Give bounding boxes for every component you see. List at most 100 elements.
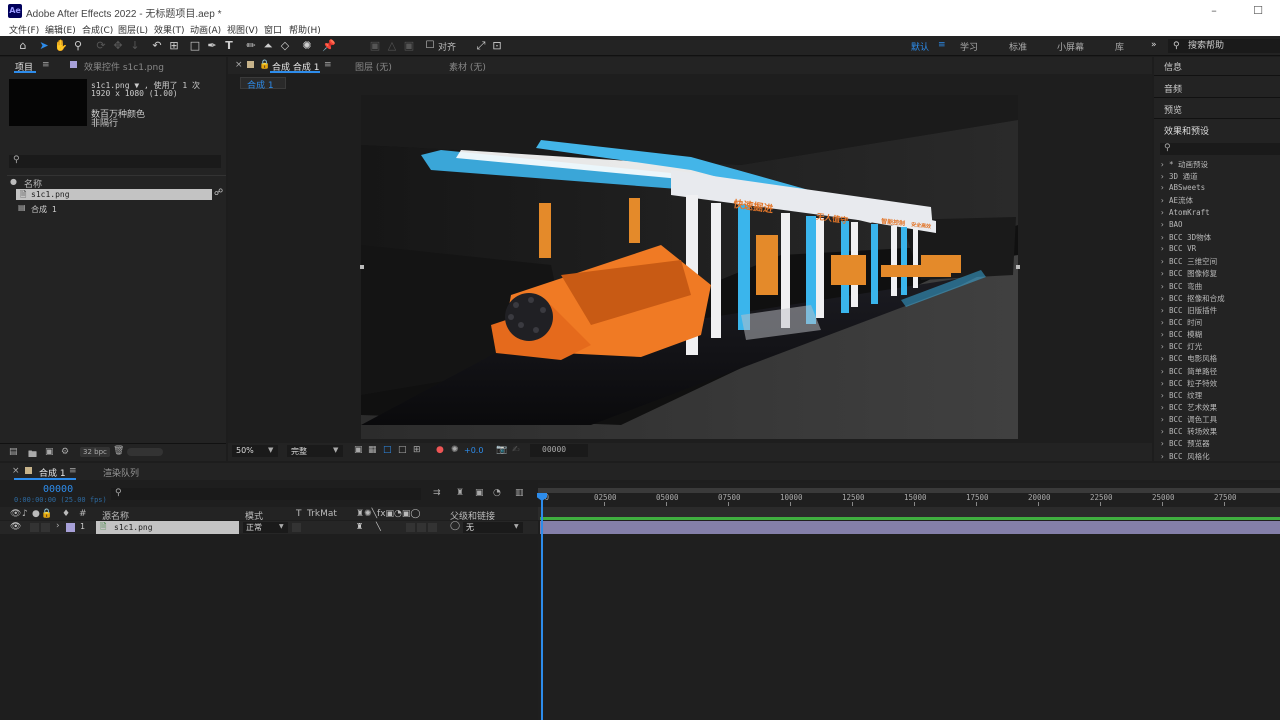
world-axis-icon[interactable]: △ xyxy=(385,39,399,53)
magnification-select[interactable]: 50% ▼ xyxy=(232,445,278,457)
switch-toggle[interactable] xyxy=(417,523,426,532)
effects-category-item[interactable]: › BCC 灯光 xyxy=(1160,341,1202,352)
effects-category-item[interactable]: › BCC 粒子特效 xyxy=(1160,378,1217,389)
workspace-standard[interactable]: 标准 xyxy=(1009,40,1027,53)
menu-view[interactable]: 视图(V) xyxy=(227,23,258,36)
view-axis-icon[interactable]: ▣ xyxy=(402,39,416,53)
effects-category-item[interactable]: › BCC 调色工具 xyxy=(1160,414,1217,425)
more-workspaces-icon[interactable]: » xyxy=(1151,40,1157,50)
close-icon[interactable]: × xyxy=(12,466,20,476)
solo-icon[interactable]: ● xyxy=(32,509,40,519)
menu-effect[interactable]: 效果(T) xyxy=(154,23,185,36)
snap-option-icon[interactable]: ⤢ xyxy=(474,39,488,53)
pen-tool-icon[interactable]: ✒ xyxy=(205,39,219,53)
layer-duration-bar[interactable] xyxy=(540,521,1280,534)
effects-category-item[interactable]: › BCC 三维空间 xyxy=(1160,256,1217,267)
project-item-name[interactable]: s1c1.png xyxy=(31,190,70,199)
layer-name-cell[interactable]: 🗎 s1c1.png xyxy=(96,521,239,534)
solo-toggle[interactable] xyxy=(30,523,39,532)
effects-category-item[interactable]: › BCC 3D物体 xyxy=(1160,232,1211,243)
home-icon[interactable]: ⌂ xyxy=(16,39,30,53)
switch-toggle[interactable] xyxy=(428,523,437,532)
search-help-input[interactable]: ⚲ 搜索帮助 xyxy=(1168,39,1280,53)
local-axis-icon[interactable]: ▣ xyxy=(368,39,382,53)
effects-search-input[interactable]: ⚲ xyxy=(1160,143,1280,155)
workspace-library[interactable]: 库 xyxy=(1115,40,1124,53)
interpret-footage-icon[interactable]: ▤ xyxy=(9,447,18,457)
shy-layers-icon[interactable]: ♜ xyxy=(456,488,464,498)
selection-tool-icon[interactable]: ➤ xyxy=(37,39,51,53)
effects-category-item[interactable]: › BCC 模糊 xyxy=(1160,329,1202,340)
snap-grid-icon[interactable]: ⊡ xyxy=(490,39,504,53)
effects-category-item[interactable]: › BCC 时间 xyxy=(1160,317,1202,328)
effects-category-item[interactable]: › BCC VR xyxy=(1160,244,1196,253)
snapshot-icon[interactable]: 📷 xyxy=(496,445,507,455)
workspace-menu-icon[interactable]: ≡ xyxy=(938,40,946,50)
frame-blending-icon[interactable]: ▣ xyxy=(475,488,484,498)
puppet-pin-tool-icon[interactable]: 📌 xyxy=(322,39,336,53)
minimize-button[interactable]: – xyxy=(1204,3,1224,19)
brush-tool-icon[interactable]: ✏ xyxy=(244,39,258,53)
menu-layer[interactable]: 图层(L) xyxy=(118,23,148,36)
tab-render-queue[interactable]: 渲染队列 xyxy=(103,466,139,479)
rotate-tool-icon[interactable]: ↶ xyxy=(150,39,164,53)
region-of-interest-icon[interactable]: □ xyxy=(398,445,407,455)
lock-icon[interactable]: 🔒 xyxy=(259,60,270,70)
exposure-value[interactable]: +0.0 xyxy=(464,446,483,455)
video-visibility-icon[interactable]: 👁 xyxy=(10,509,21,519)
effects-category-item[interactable]: › BCC 弯曲 xyxy=(1160,281,1202,292)
effects-category-item[interactable]: › * 动画预设 xyxy=(1160,159,1208,170)
effects-category-item[interactable]: › BCC 图像修复 xyxy=(1160,268,1217,279)
effects-category-item[interactable]: › BCC 艺术效果 xyxy=(1160,402,1217,413)
channel-icon[interactable]: ● xyxy=(436,445,444,455)
lock-icon[interactable]: 🔒 xyxy=(41,509,52,519)
effects-category-item[interactable]: › ABSweets xyxy=(1160,183,1205,192)
motion-blur-icon[interactable]: ◔ xyxy=(493,488,501,498)
hand-tool-icon[interactable]: ✋ xyxy=(54,39,68,53)
close-icon[interactable]: × xyxy=(235,60,243,70)
effects-category-item[interactable]: › BCC 预览器 xyxy=(1160,438,1210,449)
type-tool-icon[interactable]: T xyxy=(222,39,236,53)
effects-category-item[interactable]: › BCC 电影风格 xyxy=(1160,353,1217,364)
menu-composition[interactable]: 合成(C) xyxy=(82,23,113,36)
maximize-button[interactable]: ☐ xyxy=(1248,3,1268,19)
snap-checkbox-icon[interactable]: ☐ xyxy=(423,39,437,53)
flowchart-icon[interactable]: ☍ xyxy=(214,188,223,198)
preserve-transparency-toggle[interactable] xyxy=(292,523,301,532)
panel-menu-icon[interactable]: ≡ xyxy=(42,60,50,70)
lock-toggle[interactable] xyxy=(41,523,50,532)
effects-presets-header[interactable]: 效果和预设 xyxy=(1164,124,1209,137)
effects-category-item[interactable]: › BCC 简单路径 xyxy=(1160,366,1217,377)
timeline-current-time[interactable]: 00000 xyxy=(43,484,73,495)
preview-panel-header[interactable]: 预览 xyxy=(1164,103,1182,116)
show-snapshot-icon[interactable]: ✍ xyxy=(512,445,520,455)
project-settings-icon[interactable]: ⚙ xyxy=(61,447,69,457)
menu-help[interactable]: 帮助(H) xyxy=(289,23,321,36)
bit-depth-button[interactable]: 32 bpc xyxy=(80,447,110,457)
switch-toggle[interactable] xyxy=(406,523,415,532)
comp-breadcrumb[interactable]: 合成 1 xyxy=(240,77,286,91)
expand-arrow-icon[interactable]: › xyxy=(56,521,60,531)
parent-select[interactable]: 无 ▼ xyxy=(463,522,523,533)
effects-category-item[interactable]: › BCC 抠像和合成 xyxy=(1160,293,1225,304)
workspace-default[interactable]: 默认 xyxy=(911,40,929,53)
menu-edit[interactable]: 编辑(E) xyxy=(45,23,76,36)
workspace-learn[interactable]: 学习 xyxy=(960,40,978,53)
graph-editor-icon[interactable]: ▥ xyxy=(515,488,524,498)
effects-category-item[interactable]: › BCC 转场效果 xyxy=(1160,426,1217,437)
current-time-field[interactable]: 00000 xyxy=(530,444,588,457)
quality-switch-icon[interactable]: ╲ xyxy=(376,522,381,531)
anchor-point-tool-icon[interactable]: ⊞ xyxy=(167,39,181,53)
tab-layer[interactable]: 图层 (无) xyxy=(355,60,392,73)
shy-switch-icon[interactable]: ♜ xyxy=(356,522,363,531)
transparency-grid-icon[interactable]: ▦ xyxy=(368,445,377,455)
effects-category-item[interactable]: › BCC 旧版插件 xyxy=(1160,305,1217,316)
effects-category-item[interactable]: › AtomKraft xyxy=(1160,208,1210,217)
effects-category-item[interactable]: › 3D 通道 xyxy=(1160,171,1198,182)
new-composition-icon[interactable]: ▣ xyxy=(45,447,54,457)
grid-guides-icon[interactable]: ⊞ xyxy=(413,445,421,455)
pick-whip-icon[interactable]: ◯ xyxy=(450,521,460,531)
switches-icon[interactable]: ♜✺╲fx▣◔▣◯ xyxy=(356,509,420,519)
audio-icon[interactable]: ♪ xyxy=(22,509,28,519)
roto-brush-tool-icon[interactable]: ✺ xyxy=(300,39,314,53)
